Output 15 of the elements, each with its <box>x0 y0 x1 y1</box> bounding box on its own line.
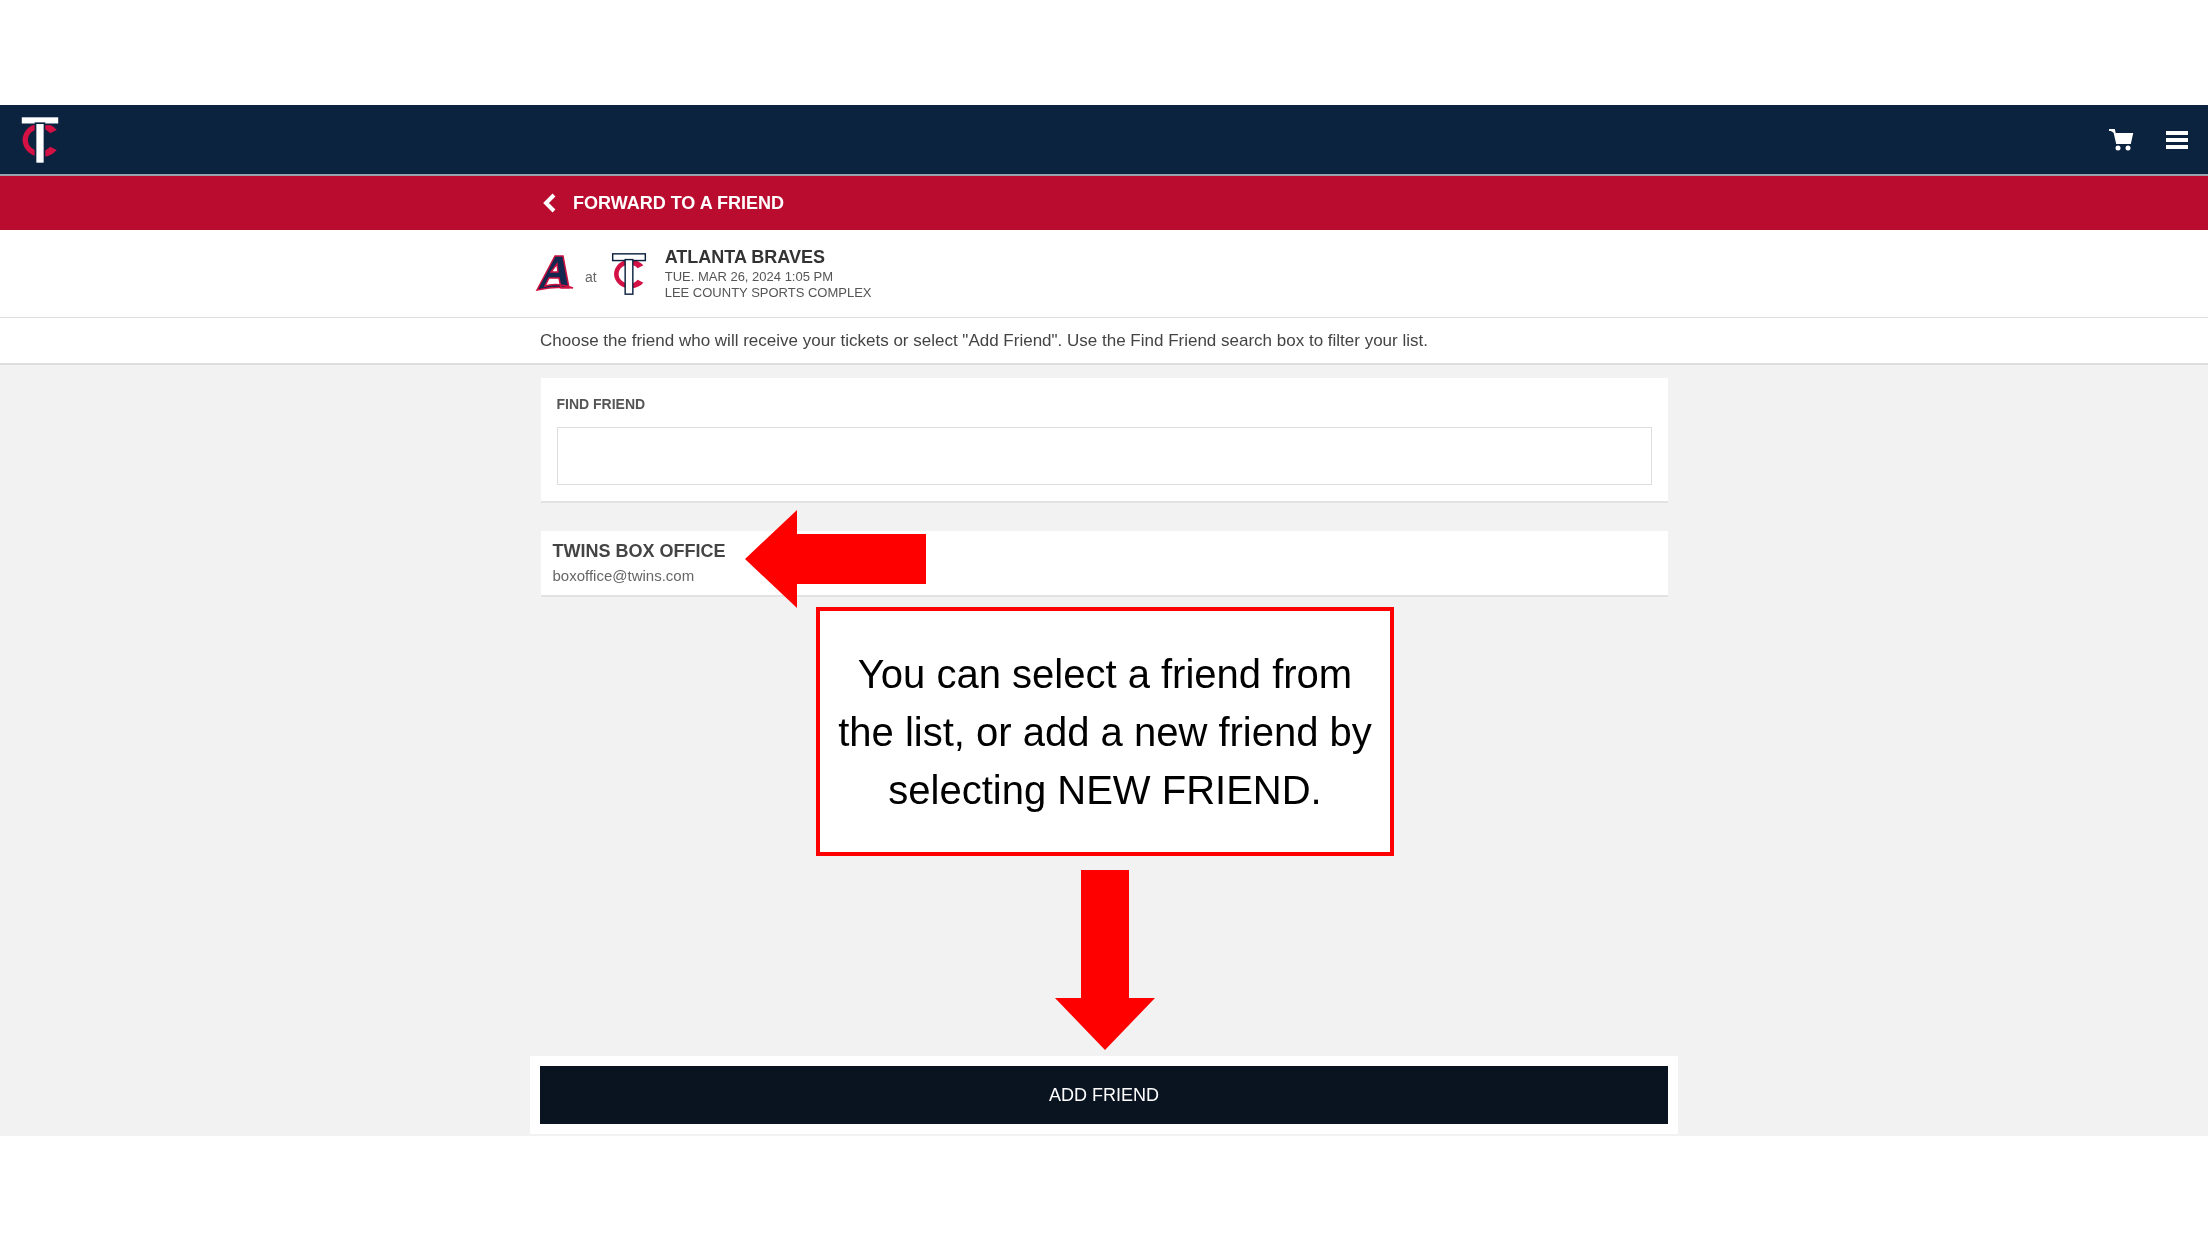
menu-icon[interactable] <box>2166 129 2188 150</box>
instruction-text: Choose the friend who will receive your tickets or select "Add Friend". Use the Find Friend search box to filter your list. <box>540 329 1428 352</box>
friend-name: TWINS BOX OFFICE <box>552 540 727 564</box>
chevron-left-icon <box>543 193 557 213</box>
cart-icon[interactable] <box>2108 127 2134 152</box>
event-title: ATLANTA BRAVES <box>664 246 826 269</box>
add-friend-button[interactable]: ADD FRIEND <box>540 1066 1668 1124</box>
friend-email: boxoffice@twins.com <box>552 566 696 587</box>
field-label: FIND FRIEND <box>556 395 647 414</box>
event-datetime: TUE. MAR 26, 2024 1:05 PM <box>664 268 835 285</box>
event-venue: LEE COUNTY SPORTS COMPLEX <box>664 284 872 301</box>
search-field[interactable] <box>556 427 1652 485</box>
connector-text: at <box>585 268 597 287</box>
callout-text: You can select a friend from the list, or add a new friend by selecting NEW FRIEND. <box>837 650 1373 814</box>
back-link[interactable]: FORWARD TO A FRIEND <box>543 189 784 217</box>
